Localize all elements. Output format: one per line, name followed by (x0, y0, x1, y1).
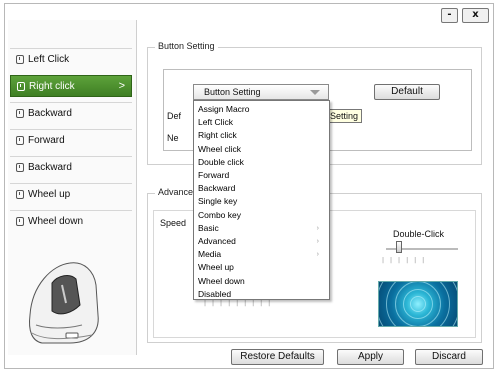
dropdown-item[interactable]: Forward (198, 169, 323, 182)
submenu-arrow-icon: › (316, 251, 319, 259)
double-click-label: Double-Click (393, 229, 445, 239)
advanced-title: Advance (155, 187, 197, 197)
sidebar-item[interactable]: Backward (10, 156, 132, 178)
dropdown-item[interactable]: Assign Macro (198, 103, 323, 116)
setting-tooltip: Setting (328, 109, 362, 123)
mouse-button-icon (17, 81, 25, 91)
submenu-arrow-icon: › (316, 224, 319, 232)
sidebar-item-label: Left Click (28, 54, 70, 65)
dropdown-item-label: Wheel click (198, 143, 241, 154)
double-click-test-area[interactable] (378, 281, 458, 327)
dropdown-item[interactable]: Double click (198, 156, 323, 169)
dropdown-item[interactable]: Wheel up (198, 261, 323, 274)
dropdown-item-label: Single key (198, 196, 238, 207)
button-setting-title: Button Setting (155, 41, 218, 51)
restore-defaults-button[interactable]: Restore Defaults (231, 349, 324, 365)
function-dropdown: Assign Macro Left Click Right click Wheel c… (193, 100, 330, 300)
mouse-button-icon (16, 136, 24, 145)
dropdown-item-label: Left Click (198, 117, 233, 128)
sidebar-item-label: Wheel up (28, 189, 71, 200)
dropdown-item[interactable]: Wheel down (198, 275, 323, 288)
sidebar-item-label: Right click (29, 80, 75, 92)
minimize-button[interactable]: - (441, 8, 458, 23)
sidebar-item[interactable]: Right click > (10, 75, 132, 97)
sidebar-item[interactable]: Backward (10, 102, 132, 124)
sidebar-item-label: Forward (28, 135, 65, 146)
dropdown-item-label: Right click (198, 130, 237, 141)
mouse-button-icon (16, 163, 24, 172)
combo-arrow-icon[interactable] (310, 90, 320, 95)
default-row-label: Def (167, 111, 182, 121)
dropdown-item-label: Backward (198, 183, 236, 194)
discard-button[interactable]: Discard (415, 349, 483, 365)
mouse-button-icon (16, 55, 24, 64)
dropdown-item-label: Assign Macro (198, 104, 250, 114)
dropdown-item[interactable]: Wheel click (198, 143, 323, 156)
dropdown-item-label: Wheel up (198, 262, 234, 273)
dropdown-item[interactable]: Left Click (198, 116, 323, 129)
dropdown-item-label: Basic (198, 222, 219, 233)
dropdown-item[interactable]: Combo key (198, 209, 323, 222)
sidebar-item[interactable]: Wheel down (10, 210, 132, 232)
dropdown-item[interactable]: Basic › (198, 222, 323, 235)
sidebar-item-label: Backward (28, 108, 72, 119)
default-button[interactable]: Default (374, 84, 440, 100)
sidebar-item-label: Wheel down (28, 216, 84, 227)
mouse-button-icon (16, 217, 24, 226)
dropdown-item[interactable]: Backward (198, 182, 323, 195)
dropdown-item[interactable]: Right click (198, 129, 323, 142)
speed-ticks: ||||||||| (204, 300, 277, 307)
sidebar-item[interactable]: Wheel up (10, 183, 132, 205)
dropdown-item[interactable]: Disabled (198, 288, 323, 301)
dropdown-item-label: Forward (198, 170, 230, 180)
mouse-button-icon (16, 190, 24, 199)
dropdown-item-label: Wheel down (198, 275, 245, 286)
sidebar-item-label: Backward (28, 162, 72, 173)
dropdown-item[interactable]: Advanced › (198, 235, 323, 248)
dropdown-item-label: Media (198, 249, 222, 260)
button-function-combo[interactable]: Button Setting (193, 84, 329, 100)
submenu-arrow-icon: › (316, 238, 319, 245)
dropdown-item-label: Double click (198, 156, 244, 167)
dropdown-item-label: Disabled (198, 288, 232, 299)
dropdown-item-label: Combo key (198, 209, 241, 220)
speed-label: Speed (160, 218, 187, 228)
mouse-button-icon (16, 109, 24, 118)
double-click-ticks: |||||| (382, 257, 431, 264)
chevron-right-icon: > (118, 80, 125, 92)
new-row-label: Ne (167, 133, 179, 143)
test-ring (379, 282, 457, 326)
mouse-illustration (29, 262, 99, 344)
dropdown-item-label: Advanced (198, 236, 236, 246)
combo-value: Button Setting (204, 87, 261, 97)
dropdown-item[interactable]: Media › (198, 248, 323, 261)
double-click-slider-thumb[interactable] (395, 241, 402, 253)
close-button[interactable]: x (462, 8, 489, 23)
apply-button[interactable]: Apply (337, 349, 404, 365)
sidebar-item[interactable]: Left Click (10, 48, 132, 70)
dropdown-item[interactable]: Single key (198, 195, 323, 208)
sidebar-item[interactable]: Forward (10, 129, 132, 151)
